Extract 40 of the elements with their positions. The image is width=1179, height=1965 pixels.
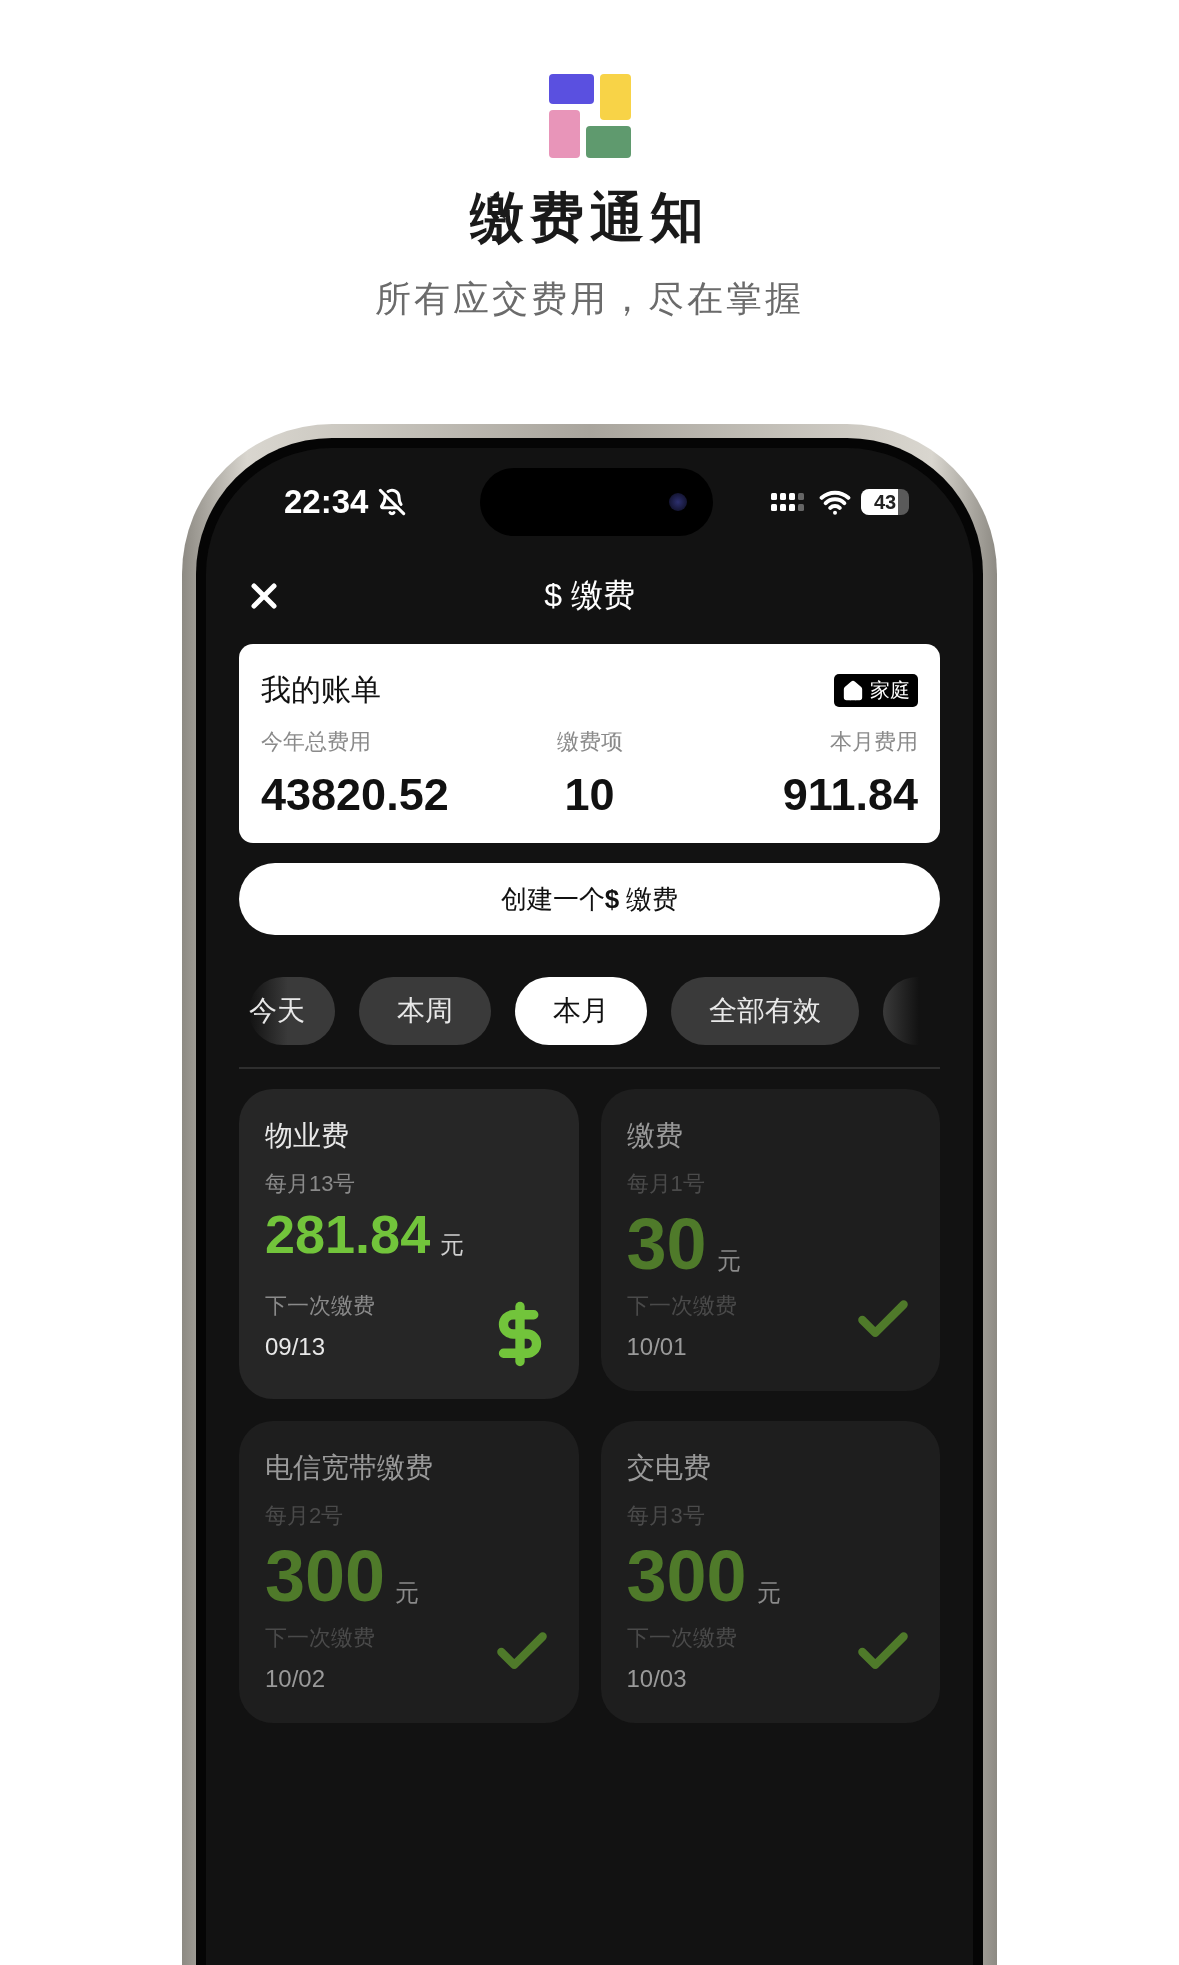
payment-amount: 281.84 bbox=[265, 1203, 431, 1265]
stat-value: 10 bbox=[564, 769, 615, 821]
payment-name: 电信宽带缴费 bbox=[265, 1451, 434, 1485]
status-time: 22:34 bbox=[284, 483, 369, 521]
payment-amount: 300 bbox=[626, 1535, 747, 1617]
stat-label: 本月费用 bbox=[830, 728, 918, 756]
bill-title: 我的账单 bbox=[261, 672, 381, 708]
bell-off-icon bbox=[378, 488, 407, 516]
currency-unit: 元 bbox=[395, 1578, 420, 1608]
payment-card[interactable]: 物业费 每月13号 281.84 元 下一次缴费 09/13 bbox=[239, 1089, 579, 1399]
next-payment-date: 10/02 bbox=[265, 1665, 327, 1693]
next-payment-date: 09/13 bbox=[265, 1333, 327, 1361]
filter-pill[interactable]: 本周 bbox=[359, 977, 491, 1045]
next-payment-date: 10/03 bbox=[626, 1665, 688, 1693]
payment-name: 交电费 bbox=[626, 1451, 712, 1485]
payment-amount: 30 bbox=[626, 1203, 707, 1285]
payment-amount: 300 bbox=[265, 1535, 386, 1617]
payment-name: 缴费 bbox=[626, 1119, 684, 1153]
page-subtitle: 所有应交费用，尽在掌握 bbox=[375, 277, 804, 321]
stat-value: 911.84 bbox=[782, 769, 918, 821]
next-payment-date: 10/01 bbox=[626, 1333, 688, 1361]
stat-label: 缴费项 bbox=[556, 728, 623, 756]
home-icon bbox=[842, 679, 864, 702]
filter-pill[interactable]: 今天 bbox=[249, 977, 335, 1045]
currency-unit: 元 bbox=[440, 1230, 465, 1260]
stat-label: 今年总费用 bbox=[261, 728, 371, 756]
create-payment-button[interactable]: 创建一个$ 缴费 bbox=[239, 863, 940, 935]
badge-label: 家庭 bbox=[870, 678, 910, 703]
battery-icon: 43 bbox=[861, 489, 909, 515]
payment-name: 物业费 bbox=[265, 1119, 350, 1153]
logo-icon bbox=[548, 74, 631, 158]
nav-title: $ 缴费 bbox=[544, 576, 635, 615]
currency-unit: 元 bbox=[716, 1246, 741, 1276]
filter-pill[interactable]: 全部有效 bbox=[671, 977, 859, 1045]
currency-unit: 元 bbox=[756, 1578, 781, 1608]
payment-schedule: 每月13号 bbox=[265, 1170, 357, 1198]
next-payment-label: 下一次缴费 bbox=[265, 1292, 376, 1320]
stat-value: 43820.52 bbox=[261, 769, 449, 821]
page-title: 缴费通知 bbox=[469, 184, 710, 251]
filter-pill[interactable]: 本月 bbox=[515, 977, 647, 1045]
